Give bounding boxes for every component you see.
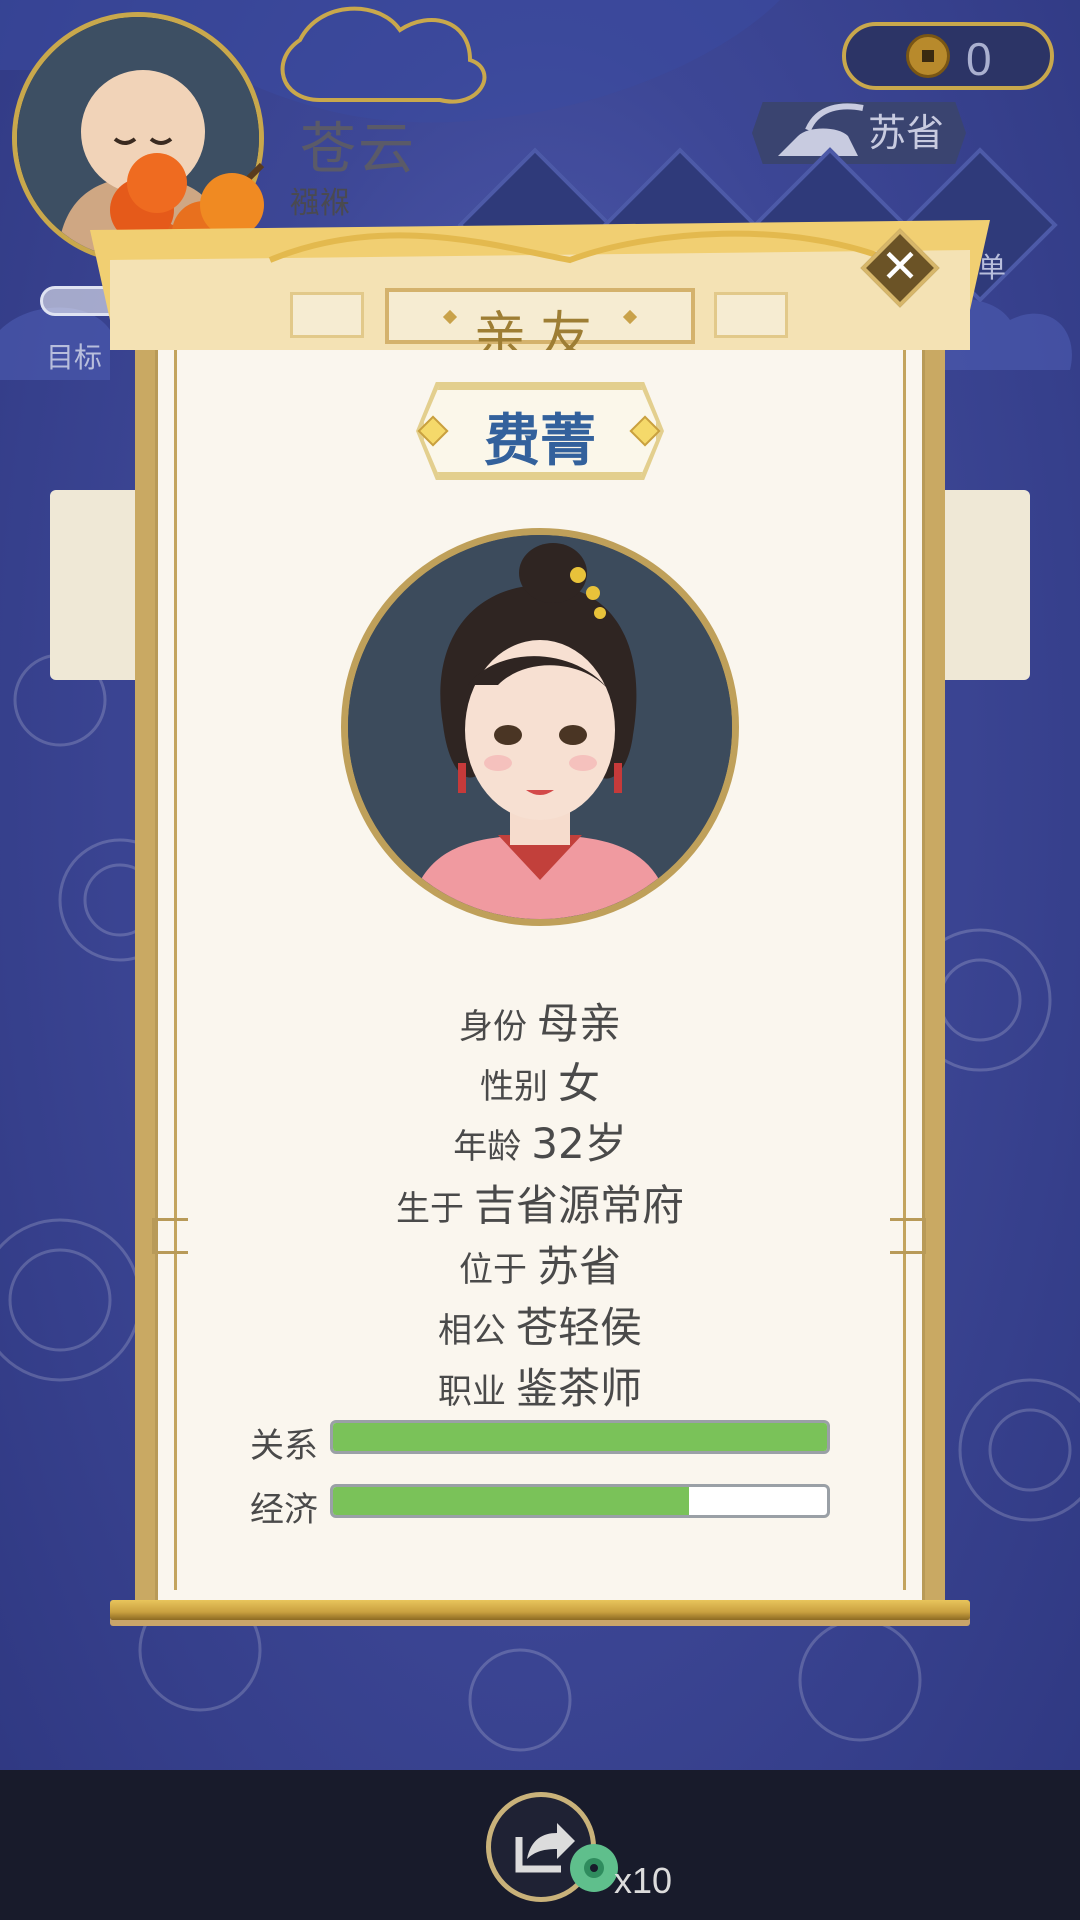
economy-label: 经济	[250, 1490, 318, 1530]
info-value: 女	[557, 1059, 600, 1108]
info-row-location: 位于 苏省	[160, 1233, 920, 1294]
economy-bar-fill	[333, 1487, 689, 1515]
info-value: 苏省	[536, 1242, 621, 1291]
relationship-bar	[330, 1420, 830, 1454]
player-name: 苍云	[300, 117, 416, 182]
economy-bar	[330, 1484, 830, 1518]
info-row-age: 年龄 32岁	[160, 1110, 920, 1171]
info-value: 苍轻侯	[515, 1303, 642, 1352]
location-label: 苏省	[868, 111, 945, 155]
iron-icon	[778, 103, 864, 156]
coin-icon	[906, 34, 950, 78]
info-label: 位于	[458, 1250, 527, 1290]
info-label: 年龄	[453, 1127, 522, 1167]
person-portrait	[341, 528, 739, 926]
coin-counter[interactable]: 0	[842, 22, 1054, 90]
info-label: 相公	[437, 1311, 506, 1351]
info-label: 职业	[437, 1372, 506, 1412]
scroll-rod	[110, 1600, 970, 1620]
close-icon[interactable]: ✕	[872, 238, 928, 294]
woman-portrait	[348, 535, 732, 919]
dialog-title-plate: 亲友	[385, 288, 695, 367]
info-label: 身份	[458, 1007, 527, 1047]
coin-value: 0	[966, 33, 992, 85]
info-value: 32岁	[531, 1119, 627, 1168]
share-reward-count: x10	[614, 1860, 673, 1901]
relationship-bar-fill	[333, 1423, 827, 1451]
info-label: 性别	[479, 1067, 548, 1107]
info-value: 吉省源常府	[473, 1181, 684, 1230]
info-row-occupation: 职业 鉴茶师	[160, 1355, 920, 1416]
header-side-plate-left	[290, 292, 364, 338]
info-value: 鉴茶师	[515, 1364, 642, 1413]
info-value: 母亲	[536, 999, 621, 1048]
relationship-label: 关系	[250, 1426, 318, 1466]
info-row-identity: 身份 母亲	[160, 990, 920, 1051]
person-name: 费菁	[484, 409, 596, 474]
header-side-plate-right	[714, 292, 788, 338]
player-stage: 襁褓	[290, 186, 350, 221]
info-row-birthplace: 生于 吉省源常府	[160, 1172, 920, 1233]
info-row-husband: 相公 苍轻侯	[160, 1294, 920, 1355]
info-row-gender: 性别女	[160, 1050, 920, 1111]
info-label: 生于	[395, 1189, 464, 1229]
